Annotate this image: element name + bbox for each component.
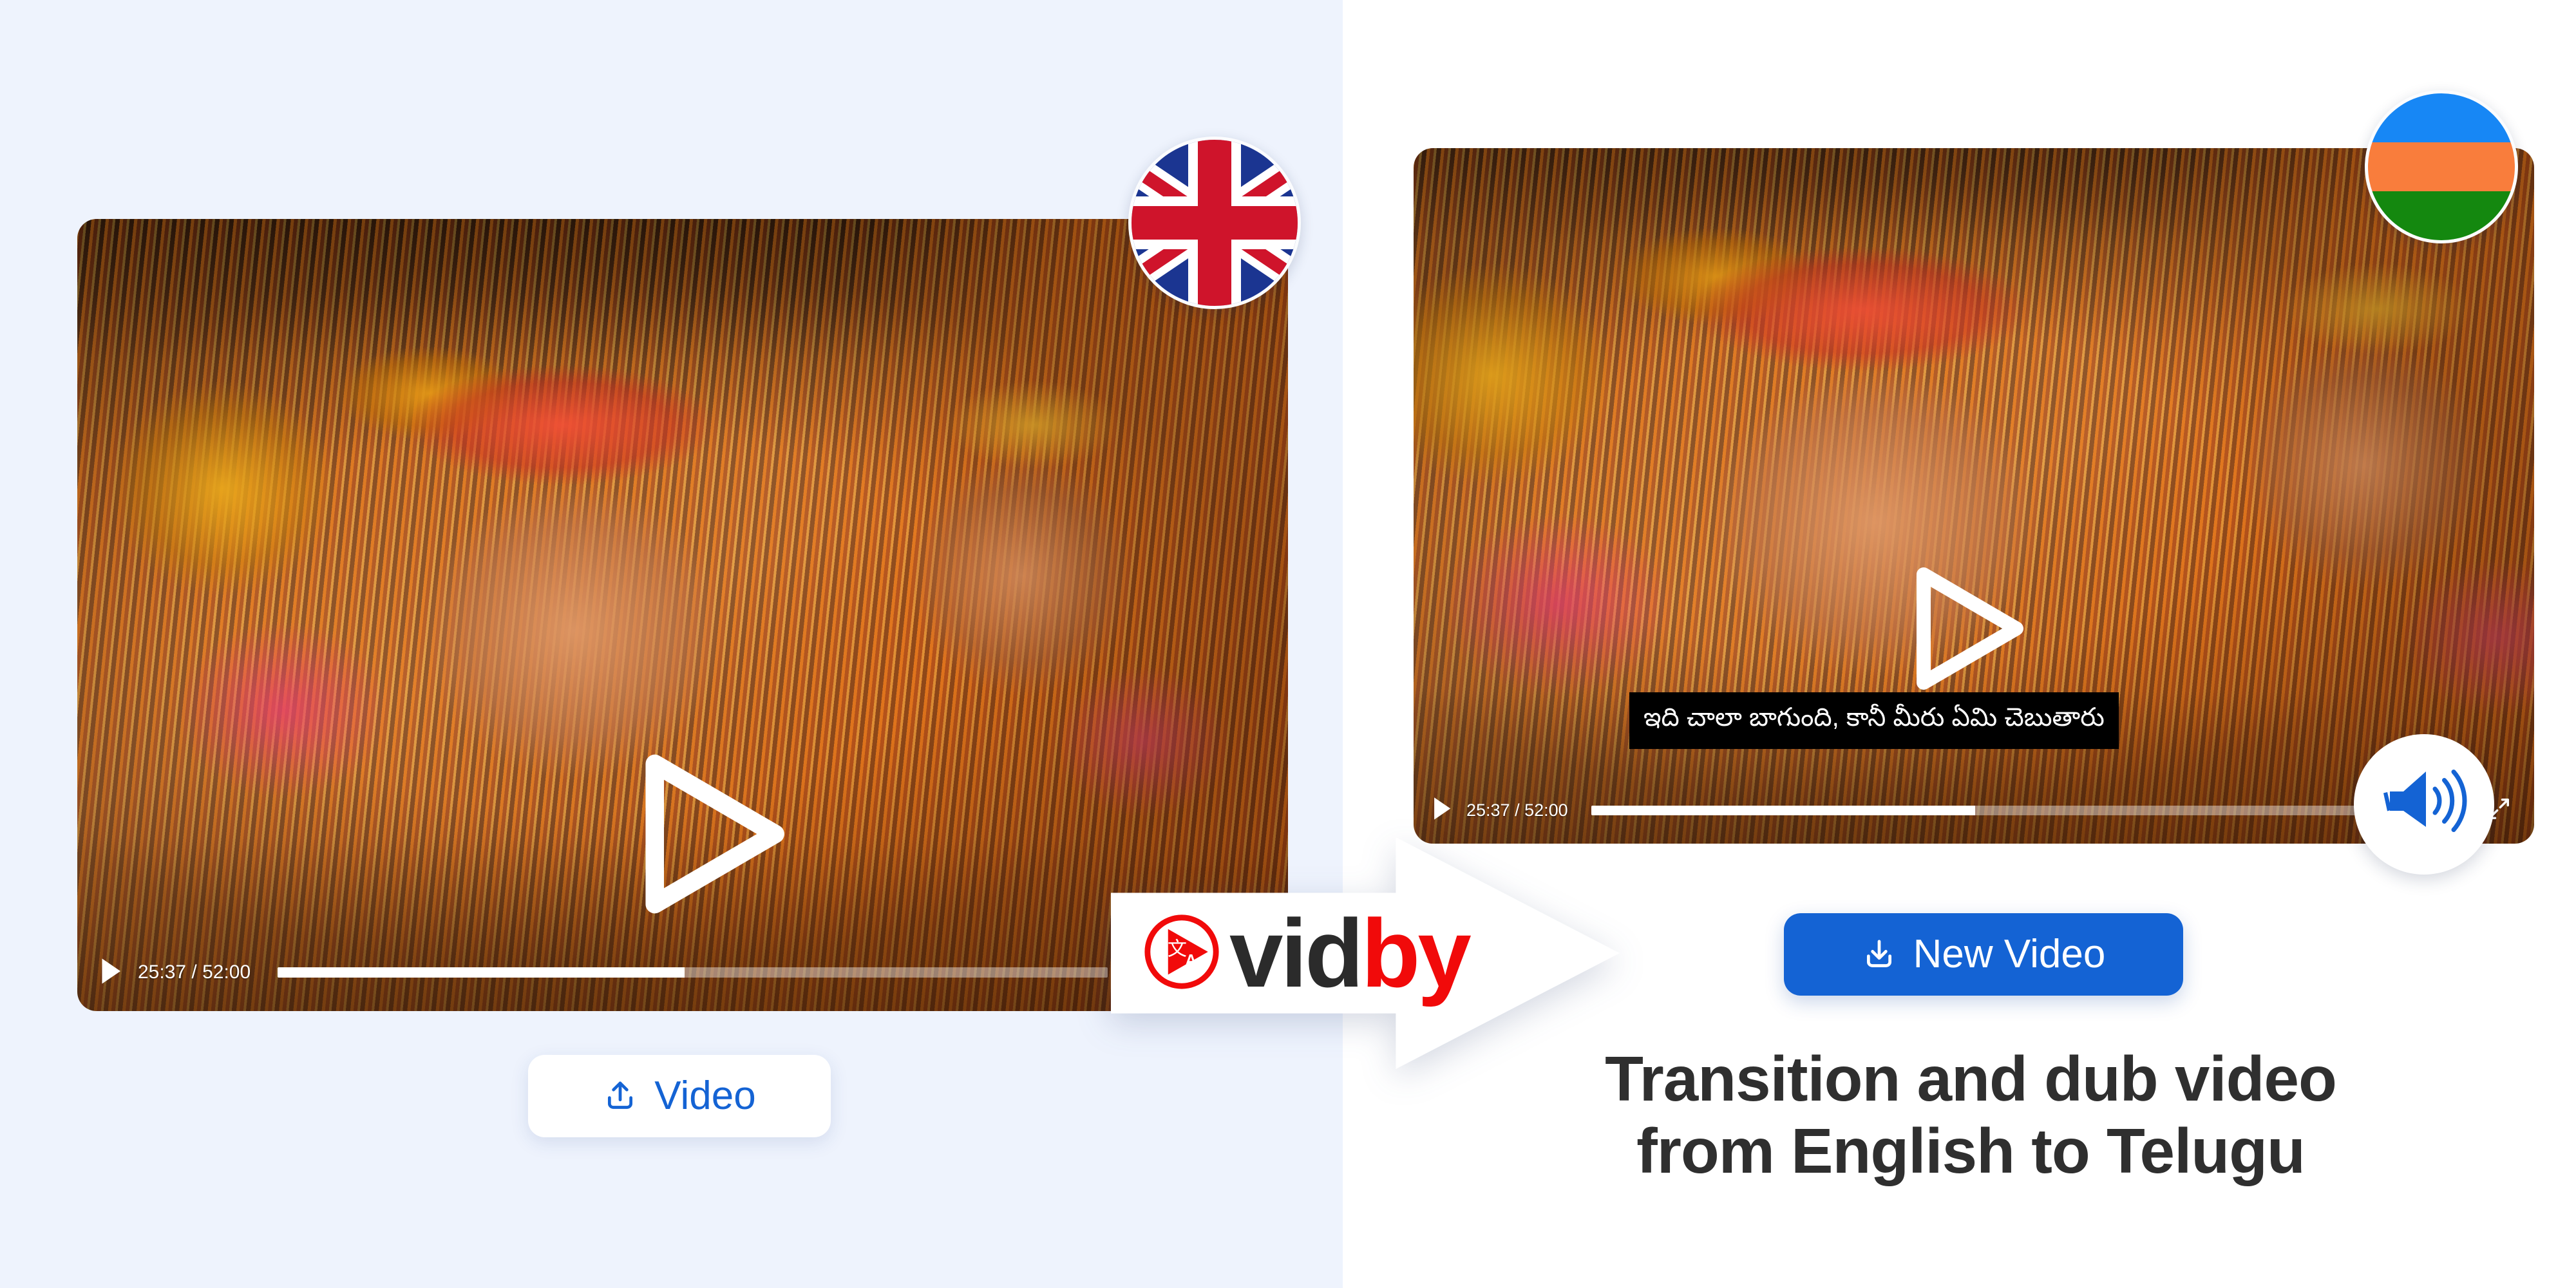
svg-text:文: 文 xyxy=(1168,938,1187,960)
source-video-frame xyxy=(77,219,1288,1011)
telugu-flag-icon xyxy=(2365,90,2518,243)
audio-dub-badge[interactable] xyxy=(2354,734,2494,875)
source-progress-fill xyxy=(278,967,685,978)
speaker-volume-icon xyxy=(2376,761,2472,848)
vidby-logo-text-dark: vid xyxy=(1229,899,1364,1007)
download-icon xyxy=(1862,936,1897,973)
svg-text:A: A xyxy=(1185,952,1197,969)
source-time-label: 25:37 / 52:00 xyxy=(138,961,251,983)
upload-video-button-label: Video xyxy=(654,1074,756,1118)
headline: Transition and dub video from English to… xyxy=(1436,1043,2505,1187)
promo-banner: 25:37 / 52:00 Video 25:37 / 52:00 ఇది చా… xyxy=(0,0,2576,1288)
source-player-controls[interactable]: 25:37 / 52:00 xyxy=(77,934,1288,1011)
uk-flag-graphic xyxy=(1132,140,1298,306)
translate-arrow: 文 A vid by xyxy=(1111,837,1620,1069)
vidby-translate-icon: 文 A xyxy=(1142,912,1222,995)
source-play-icon[interactable] xyxy=(99,958,122,988)
download-new-video-button-label: New Video xyxy=(1913,932,2106,976)
upload-icon xyxy=(603,1078,638,1115)
source-video-thumbnail xyxy=(77,219,1288,1011)
telugu-flag-graphic xyxy=(2368,93,2515,240)
source-progress-bar[interactable] xyxy=(278,967,1108,978)
translated-play-icon[interactable] xyxy=(1432,797,1452,824)
translated-video-player[interactable]: 25:37 / 52:00 ఇది చాలా బాగుంది, కానీ మీర… xyxy=(1414,148,2534,844)
source-video-player[interactable]: 25:37 / 52:00 xyxy=(77,219,1288,1011)
vidby-logo[interactable]: 文 A vid by xyxy=(1142,899,1472,1007)
translated-progress-fill xyxy=(1591,805,1975,815)
headline-line-2: from English to Telugu xyxy=(1636,1115,2306,1186)
telugu-subtitle: ఇది చాలా బాగుంది, కానీ మీరు ఏమి చెబుతారు xyxy=(1629,692,2119,749)
translated-progress-bar[interactable] xyxy=(1591,805,2374,815)
upload-video-button[interactable]: Video xyxy=(528,1055,831,1137)
download-new-video-button[interactable]: New Video xyxy=(1784,913,2183,996)
headline-line-1: Transition and dub video xyxy=(1605,1043,2337,1114)
translated-time-label: 25:37 / 52:00 xyxy=(1466,800,1568,820)
vidby-logo-text-red: by xyxy=(1361,899,1472,1007)
telugu-subtitle-text: ఇది చాలా బాగుంది, కానీ మీరు ఏమి చెబుతారు xyxy=(1643,703,2105,732)
uk-flag-icon xyxy=(1128,137,1301,309)
